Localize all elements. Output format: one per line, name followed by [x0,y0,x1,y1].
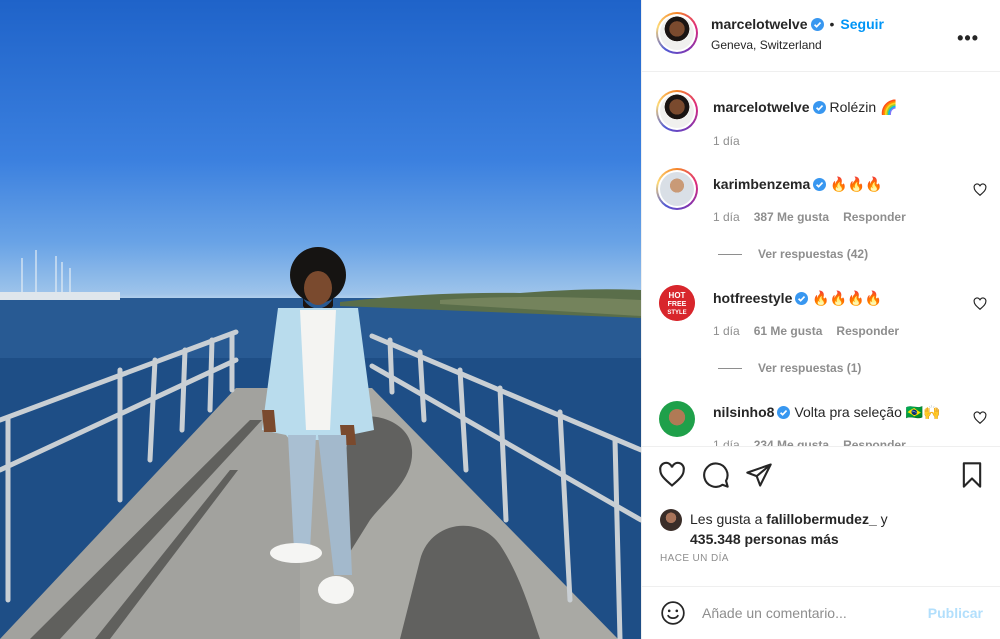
comment-text: nilsinho8 Volta pra seleção 🇧🇷🙌 [713,404,941,421]
reply-button[interactable]: Responder [843,210,906,224]
comment-text: hotfreestyle 🔥🔥🔥🔥 [713,290,882,307]
author-avatar[interactable] [656,12,698,54]
likes-count[interactable]: 435.348 personas más [690,529,839,549]
comment-message: Volta pra seleção 🇧🇷🙌 [794,404,941,420]
replies-divider [718,368,742,370]
author-line: marcelotwelve • Seguir [711,16,884,32]
verified-icon [777,406,791,419]
liked-by-suffix: y [876,511,888,527]
view-replies-label: Ver respuestas (1) [758,361,862,375]
separator: • [829,16,835,32]
comment-meta: 1 día 387 Me gusta Responder [713,210,920,224]
post-header: marcelotwelve • Seguir Geneva, Switzerland… [642,0,1000,72]
heart-icon[interactable] [973,297,987,311]
comment-icon[interactable] [702,461,730,489]
replies-divider [718,254,742,256]
caption-message: Rolézin 🌈 [829,99,898,115]
liked-by-line: Les gusta a falillobermudez_ y [690,509,888,529]
publish-button[interactable]: Publicar [928,605,983,621]
view-replies-label: Ver respuestas (42) [758,247,869,261]
comments-list[interactable]: marcelotwelve Rolézin 🌈 1 día karimbenzem… [642,73,1000,446]
svg-text:STYLE: STYLE [667,310,686,316]
svg-text:FREE: FREE [668,301,687,308]
liked-by-user[interactable]: falillobermudez_ [766,511,876,527]
svg-text:HOT: HOT [669,291,686,300]
bookmark-icon[interactable] [958,461,986,489]
comment-avatar[interactable]: HOT FREE STYLE [659,285,695,321]
follow-button[interactable]: Seguir [840,16,884,32]
comment-author[interactable]: hotfreestyle [713,290,792,306]
hotfreestyle-logo-icon: HOT FREE STYLE [659,285,695,321]
heart-icon[interactable] [973,183,987,197]
verified-icon [795,292,809,305]
caption-text: marcelotwelve Rolézin 🌈 [713,99,898,116]
liker-avatar[interactable] [660,509,682,531]
comment-time[interactable]: 1 día [713,324,740,338]
comment-author[interactable]: karimbenzema [713,176,810,192]
reply-button[interactable]: Responder [843,438,906,446]
caption-avatar[interactable] [656,90,698,132]
post-side-panel: marcelotwelve • Seguir Geneva, Switzerland… [641,0,1000,639]
comment-message: 🔥🔥🔥🔥 [812,290,883,306]
comment-likes[interactable]: 387 Me gusta [754,210,829,224]
post-timestamp[interactable]: HACE UN DÍA [660,553,729,564]
comment-time[interactable]: 1 día [713,210,740,224]
verified-icon [810,18,824,31]
reply-button[interactable]: Responder [836,324,899,338]
comment-input[interactable] [702,602,902,624]
comment-likes[interactable]: 234 Me gusta [754,438,829,446]
emoji-icon[interactable] [660,600,686,626]
location-link[interactable]: Geneva, Switzerland [711,38,822,52]
comment-likes[interactable]: 61 Me gusta [754,324,823,338]
comment-avatar[interactable] [656,168,698,210]
view-replies-button[interactable]: Ver respuestas (42) [718,247,868,261]
comment-avatar[interactable] [659,401,695,437]
heart-icon[interactable] [658,461,686,489]
comment-meta: 1 día 61 Me gusta Responder [713,324,913,338]
share-icon[interactable] [745,461,773,489]
photo-scene [0,247,641,639]
more-icon[interactable]: ••• [957,28,979,49]
author-username[interactable]: marcelotwelve [711,16,808,32]
post-photo[interactable] [0,0,641,639]
comment-meta: 1 día 234 Me gusta Responder [713,438,920,446]
comment-text: karimbenzema 🔥🔥🔥 [713,176,883,193]
verified-icon [813,178,827,191]
caption-author[interactable]: marcelotwelve [713,99,810,115]
comment-message: 🔥🔥🔥 [830,176,883,192]
heart-icon[interactable] [973,411,987,425]
verified-icon [812,101,826,114]
caption-meta: 1 día [713,134,754,148]
comment-composer: Publicar [642,586,1000,639]
liked-by-prefix: Les gusta a [690,511,767,527]
comment-time[interactable]: 1 día [713,438,740,446]
post-actions: Les gusta a falillobermudez_ y 435.348 p… [642,446,1000,586]
comment-author[interactable]: nilsinho8 [713,404,774,420]
caption-time[interactable]: 1 día [713,134,740,148]
view-replies-button[interactable]: Ver respuestas (1) [718,361,861,375]
